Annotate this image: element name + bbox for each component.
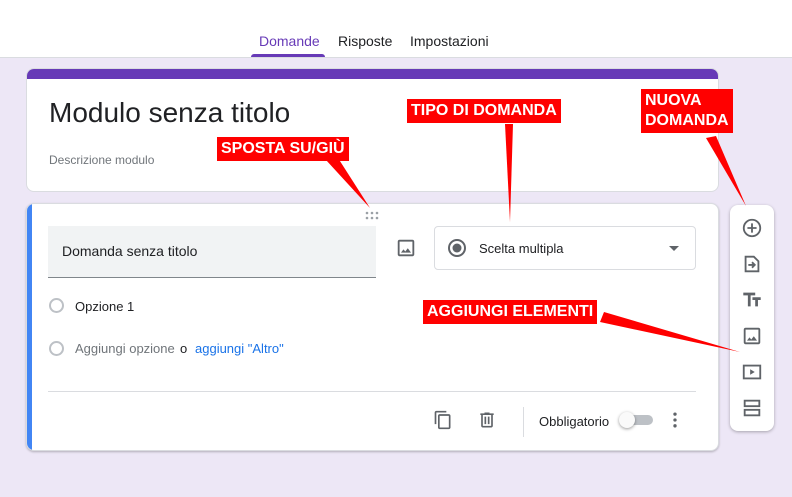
callout-question-type: TIPO DI DOMANDA (407, 99, 561, 123)
callout-move: SPOSTA SU/GIÙ (217, 137, 349, 161)
callout-add-elements: AGGIUNGI ELEMENTI (423, 300, 598, 324)
annotation-arrows (326, 124, 746, 352)
callout-new-question: NUOVA DOMANDA (641, 89, 733, 133)
